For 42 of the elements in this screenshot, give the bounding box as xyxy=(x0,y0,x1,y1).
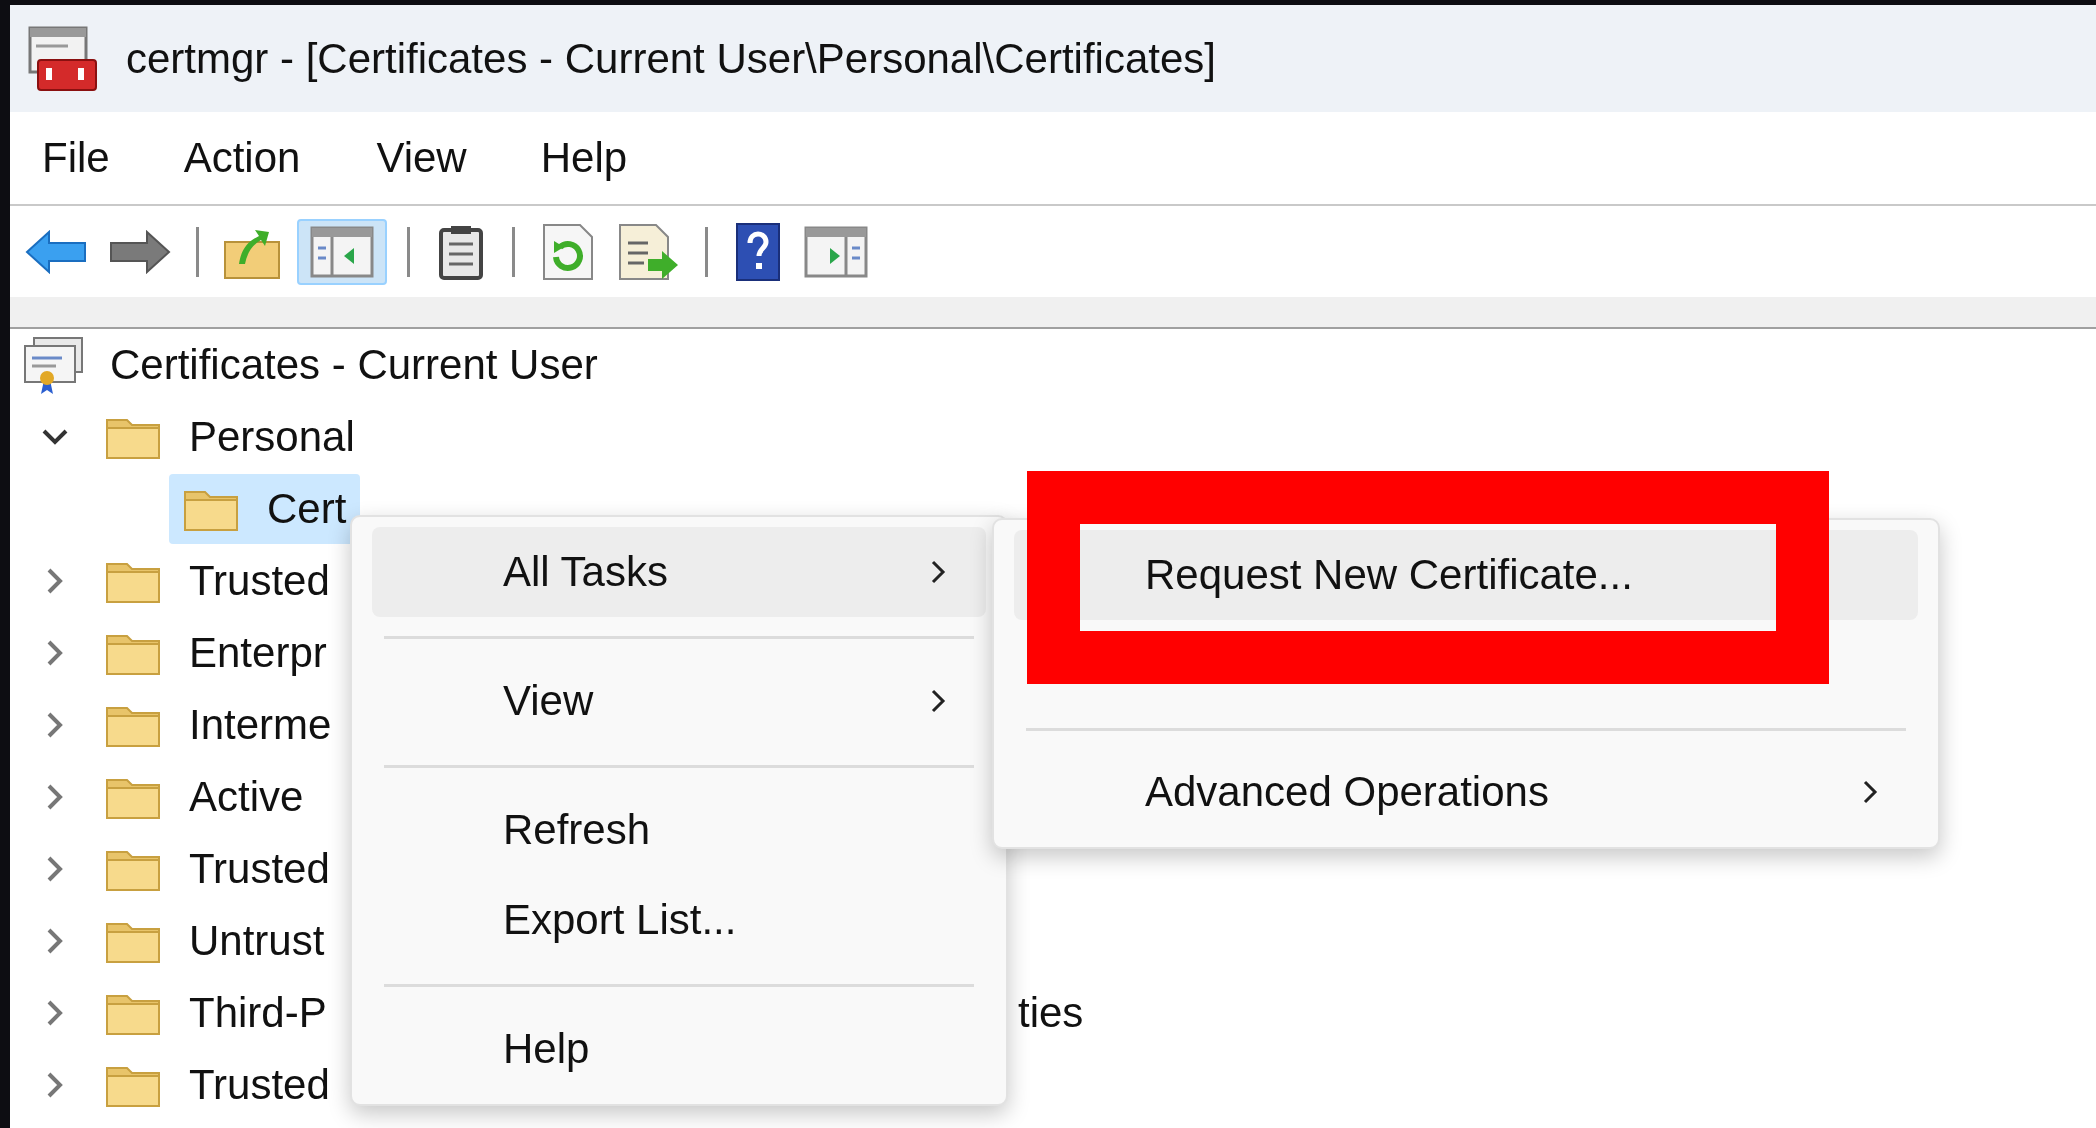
tree-item-label: ties xyxy=(1018,989,1084,1037)
forward-arrow-icon xyxy=(109,229,171,274)
tree-item[interactable]: Personal xyxy=(91,402,369,472)
chevron-right-icon[interactable] xyxy=(46,1071,64,1099)
tree-item[interactable]: Trusted xyxy=(91,834,344,904)
tree-item[interactable]: Interme xyxy=(91,690,346,760)
action-pane-icon xyxy=(804,225,868,278)
menu-bar-item[interactable]: View xyxy=(364,128,479,188)
export-list-icon xyxy=(618,222,680,281)
menu-item[interactable]: View xyxy=(372,656,986,746)
tree-item[interactable]: Third-P xyxy=(91,978,341,1048)
menu-item[interactable]: Help xyxy=(372,1004,986,1094)
menu-bar-item[interactable]: Help xyxy=(528,128,640,188)
menu-item[interactable]: All Tasks xyxy=(372,527,986,617)
tree-root-item[interactable]: Certificates - Current User xyxy=(22,330,598,400)
clipboard-icon xyxy=(439,223,483,280)
refresh-icon xyxy=(542,222,594,281)
tree-item[interactable]: Trusted xyxy=(91,546,344,616)
menu-item[interactable]: Export List... xyxy=(372,875,986,965)
chevron-right-icon[interactable] xyxy=(46,567,64,595)
menu-item[interactable]: Refresh xyxy=(372,785,986,875)
help-icon xyxy=(736,222,780,281)
chevron-right-icon[interactable] xyxy=(46,783,64,811)
tree-item[interactable]: Enterpr xyxy=(91,618,341,688)
chevron-down-icon[interactable] xyxy=(41,428,69,446)
chevron-right-icon[interactable] xyxy=(46,927,64,955)
tree-item[interactable]: Trusted xyxy=(91,1050,344,1120)
console-tree-icon xyxy=(310,225,374,278)
chevron-right-icon[interactable] xyxy=(46,999,64,1027)
toolbox-window-icon xyxy=(28,25,98,92)
chevron-right-icon[interactable] xyxy=(46,855,64,883)
menu-bar-item[interactable]: Action xyxy=(171,128,313,188)
certificate-icon xyxy=(22,334,85,396)
chevron-right-icon[interactable] xyxy=(46,711,64,739)
back-arrow-icon xyxy=(25,229,87,274)
menu-item[interactable]: Advanced Operations xyxy=(1014,747,1918,837)
window-title: certmgr - [Certificates - Current User\Personal\Certificates] xyxy=(126,34,1216,83)
tree-item[interactable]: Active xyxy=(91,762,318,832)
tree-item[interactable]: Untrust xyxy=(91,906,339,976)
tree-item[interactable]: Cert xyxy=(169,474,361,544)
menu-bar-item[interactable]: File xyxy=(30,128,122,188)
chevron-right-icon[interactable] xyxy=(46,639,64,667)
